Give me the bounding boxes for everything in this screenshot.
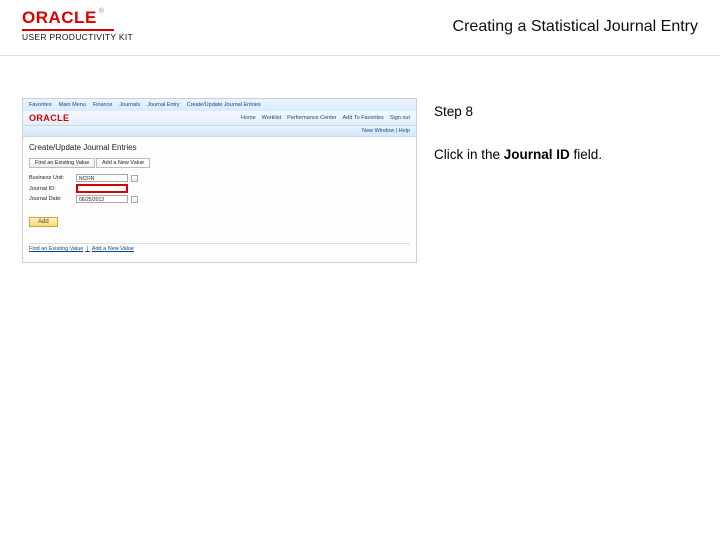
trademark-symbol: ®	[99, 8, 104, 15]
window-toolbar: New Window | Help	[23, 126, 416, 137]
row-journal-id: Journal ID:	[29, 184, 410, 193]
bottom-link-find-existing[interactable]: Find an Existing Value	[29, 246, 83, 252]
breadcrumb-item[interactable]: Favorites	[29, 102, 52, 108]
bottom-link-add-new[interactable]: Add a New Value	[92, 246, 134, 252]
breadcrumb-item[interactable]: Journals	[119, 102, 140, 108]
instruction-pre: Click in the	[434, 147, 504, 162]
instruction-text: Click in the Journal ID field.	[434, 145, 698, 166]
add-button[interactable]: Add	[29, 217, 58, 227]
menubar-sign-out[interactable]: Sign out	[390, 115, 410, 121]
tab-add-new[interactable]: Add a New Value	[96, 158, 150, 168]
instruction-panel: Step 8 Click in the Journal ID field.	[434, 102, 698, 166]
row-journal-date: Journal Date: 06/25/2013	[29, 195, 410, 203]
app-oracle-logo: ORACLE	[29, 113, 69, 123]
label-journal-date: Journal Date:	[29, 196, 73, 202]
window-toolbar-links[interactable]: New Window | Help	[362, 128, 410, 134]
menubar-home[interactable]: Home	[241, 115, 256, 121]
breadcrumb-item[interactable]: Journal Entry	[147, 102, 179, 108]
label-business-unit: Business Unit:	[29, 175, 73, 181]
app-content: Create/Update Journal Entries Find an Ex…	[23, 137, 416, 262]
bottom-tab-links: Find an Existing Value | Add a New Value	[29, 243, 410, 252]
breadcrumb-item[interactable]: Main Menu	[59, 102, 86, 108]
journal-id-field[interactable]	[76, 184, 128, 193]
breadcrumb-item[interactable]: Finance	[93, 102, 113, 108]
calendar-icon[interactable]	[131, 196, 138, 203]
menubar-worklist[interactable]: Worklist	[262, 115, 281, 121]
breadcrumb-item[interactable]: Create/Update Journal Entries	[187, 102, 261, 108]
oracle-upk-logo: ORACLE® USER PRODUCTIVITY KIT	[22, 8, 133, 42]
oracle-wordmark: ORACLE	[22, 8, 97, 27]
menubar-performance-center[interactable]: Performance Center	[287, 115, 337, 121]
oracle-red-bar	[22, 29, 114, 31]
page-title: Creating a Statistical Journal Entry	[453, 18, 698, 36]
business-unit-field[interactable]: NCFIN	[76, 174, 128, 182]
upk-subtitle: USER PRODUCTIVITY KIT	[22, 32, 133, 42]
breadcrumb: Favorites Main Menu Finance Journals Jou…	[23, 99, 416, 111]
label-journal-id: Journal ID:	[29, 186, 73, 192]
app-screenshot: Favorites Main Menu Finance Journals Jou…	[22, 98, 417, 263]
topbar: ORACLE® USER PRODUCTIVITY KIT Creating a…	[0, 0, 720, 56]
app-menubar: ORACLE Home Worklist Performance Center …	[23, 111, 416, 126]
content-page-title: Create/Update Journal Entries	[29, 143, 410, 152]
instruction-post: field.	[570, 147, 602, 162]
screenshot-container: Favorites Main Menu Finance Journals Jou…	[22, 98, 417, 263]
row-business-unit: Business Unit: NCFIN	[29, 174, 410, 182]
instruction-bold: Journal ID	[504, 147, 570, 162]
lookup-icon[interactable]	[131, 175, 138, 182]
separator: |	[85, 246, 90, 252]
journal-date-field[interactable]: 06/25/2013	[76, 195, 128, 203]
step-number: Step 8	[434, 102, 698, 123]
tab-find-existing[interactable]: Find an Existing Value	[29, 158, 95, 168]
menubar-add-favorites[interactable]: Add To Favorites	[343, 115, 384, 121]
tabstrip: Find an Existing Value Add a New Value	[29, 158, 410, 168]
